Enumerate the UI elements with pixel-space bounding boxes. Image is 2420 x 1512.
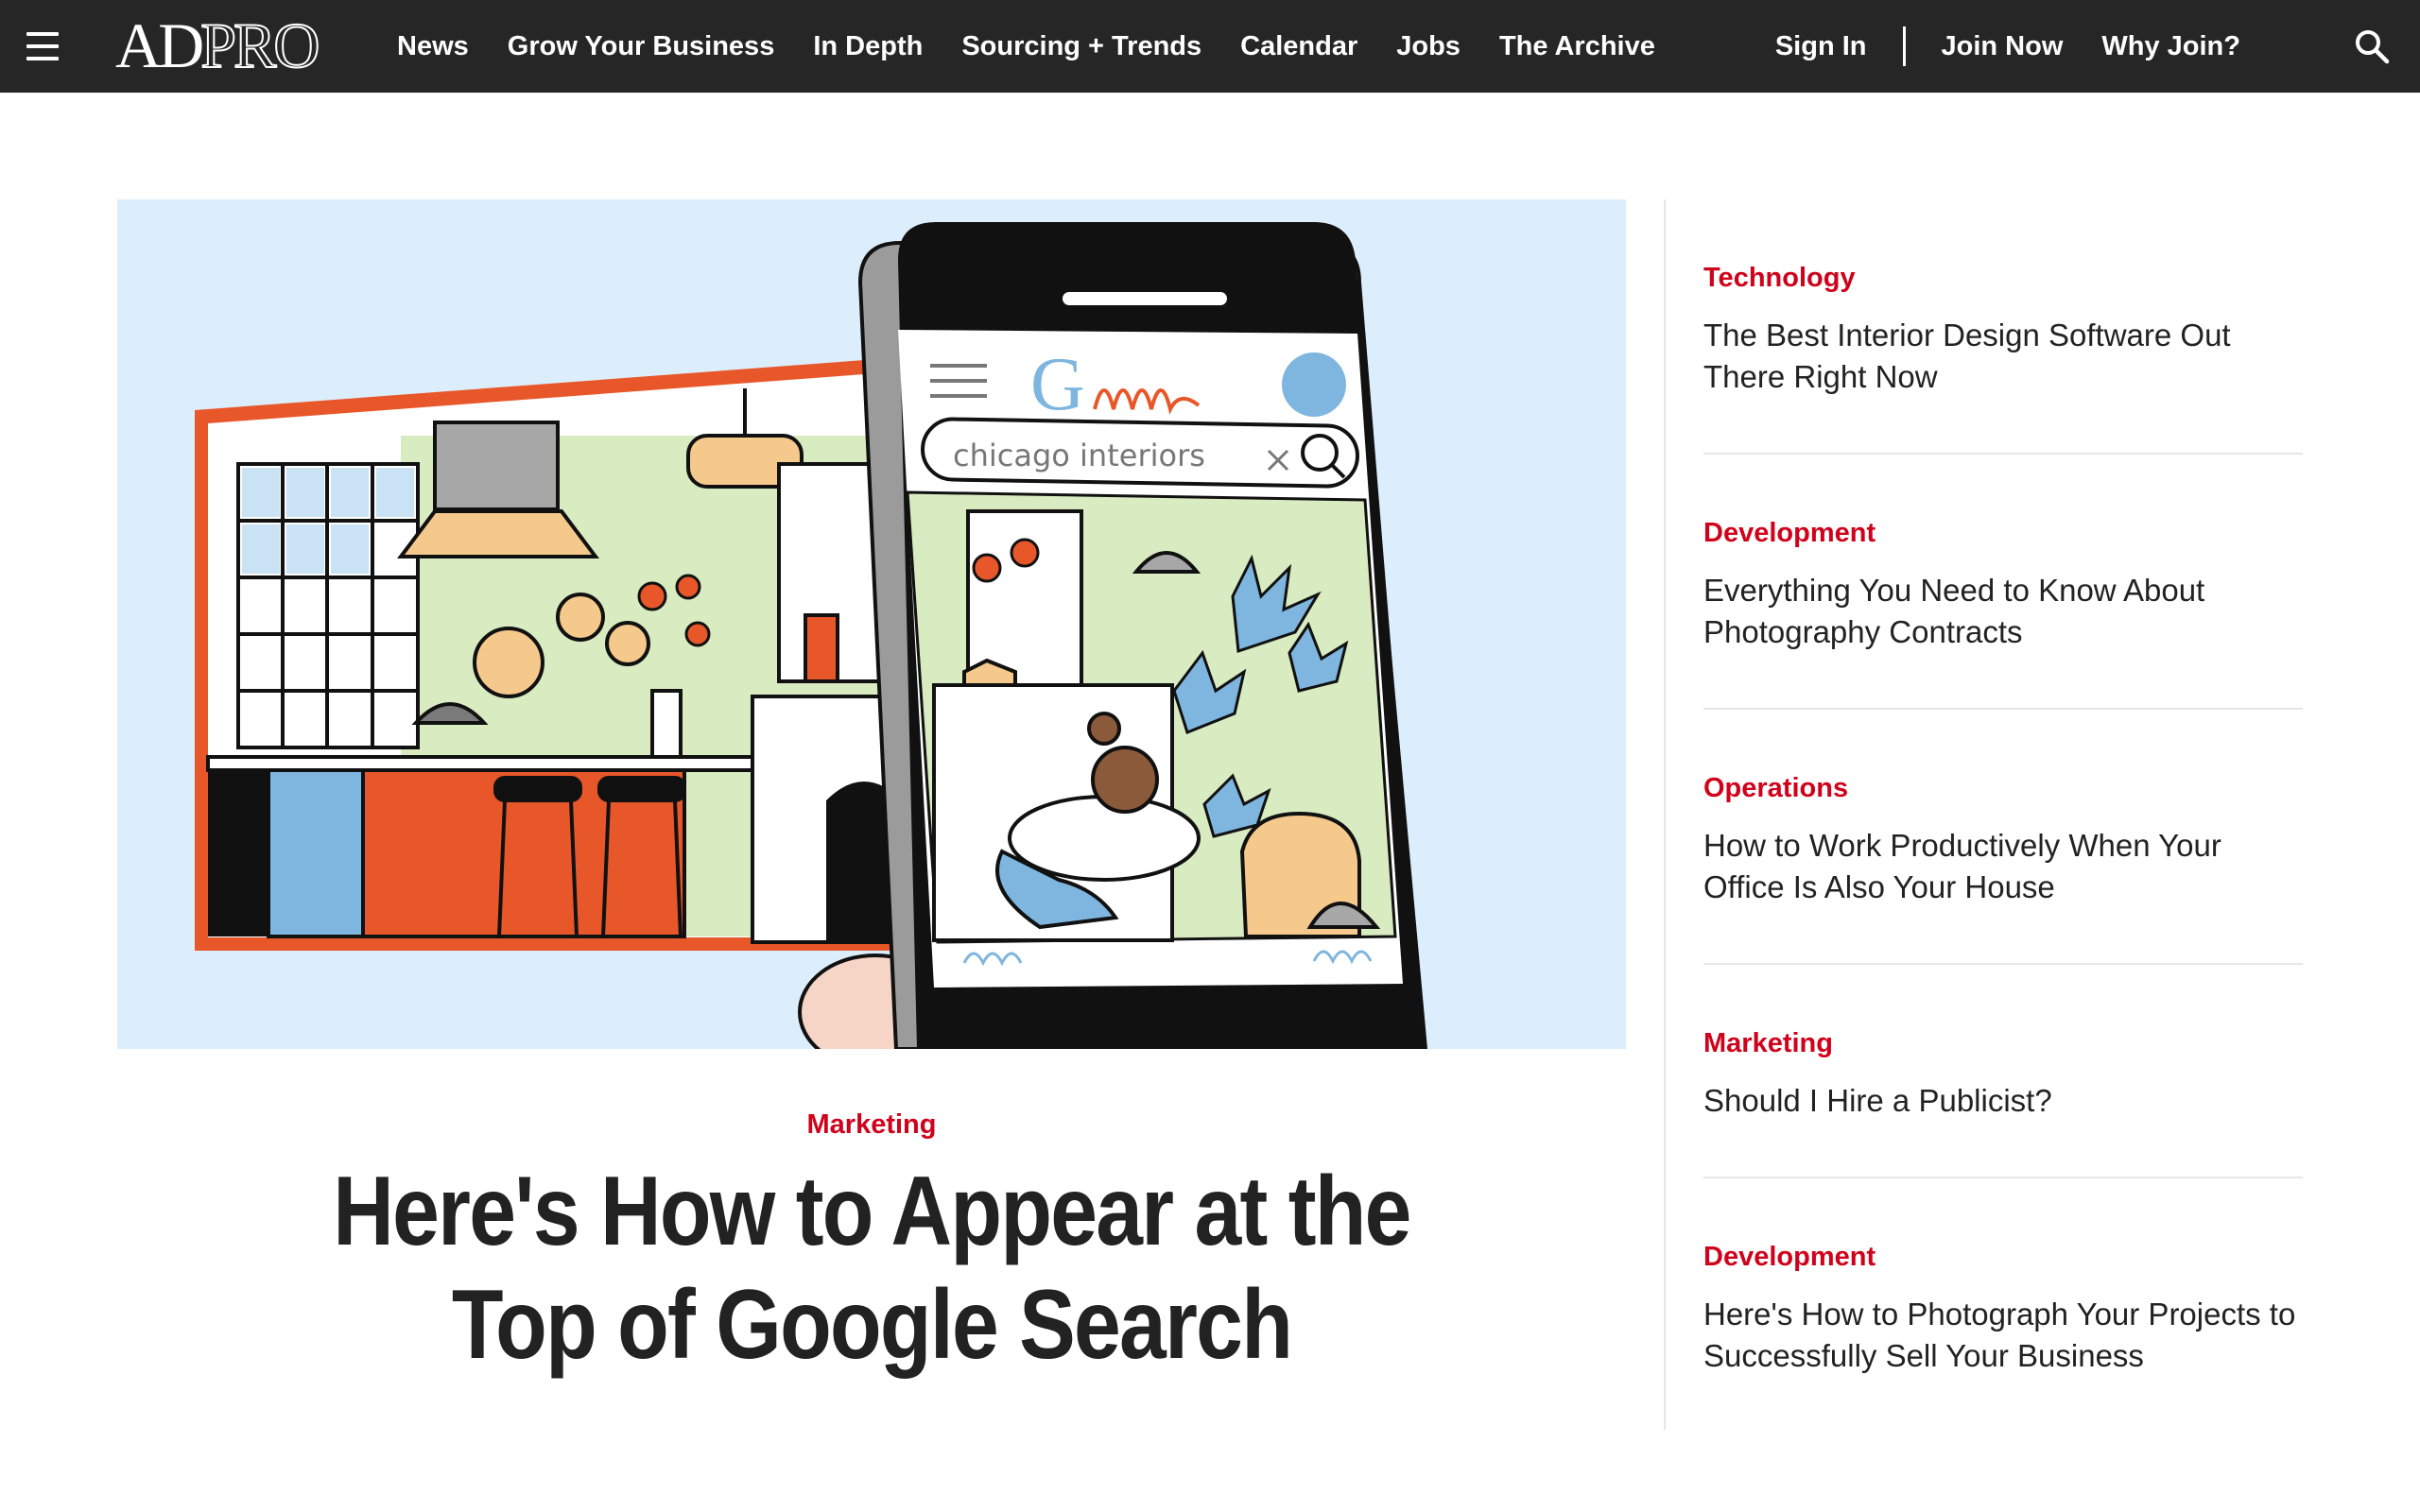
join-now-link[interactable]: Join Now — [1942, 31, 2064, 62]
sign-in-link[interactable]: Sign In — [1775, 31, 1867, 62]
adpro-logo[interactable]: AD PRO — [115, 12, 321, 78]
related-articles-sidebar: Technology The Best Interior Design Soft… — [1703, 199, 2303, 1432]
sidebar-article-title[interactable]: Should I Hire a Publicist? — [1703, 1080, 2303, 1122]
sidebar-divider — [1664, 199, 1666, 1430]
hamburger-menu-icon[interactable] — [26, 32, 59, 60]
nav-jobs[interactable]: Jobs — [1396, 31, 1461, 62]
sidebar-article-title[interactable]: How to Work Productively When Your Offic… — [1703, 825, 2303, 908]
sidebar-article-title[interactable]: Here's How to Photograph Your Projects t… — [1703, 1294, 2303, 1377]
sidebar-article[interactable]: Operations How to Work Productively When… — [1703, 710, 2303, 965]
hero-illustration[interactable]: G chicago interiors — [117, 199, 1626, 1049]
article-headline[interactable]: Here's How to Appear at the Top of Googl… — [285, 1155, 1459, 1382]
sidebar-article-title[interactable]: Everything You Need to Know About Photog… — [1703, 570, 2303, 653]
sidebar-article[interactable]: Marketing Should I Hire a Publicist? — [1703, 965, 2303, 1178]
nav-sourcing-trends[interactable]: Sourcing + Trends — [961, 31, 1201, 62]
sidebar-article[interactable]: Development Everything You Need to Know … — [1703, 455, 2303, 710]
nav-calendar[interactable]: Calendar — [1240, 31, 1357, 62]
nav-grow-your-business[interactable]: Grow Your Business — [508, 31, 775, 62]
nav-in-depth[interactable]: In Depth — [813, 31, 923, 62]
sidebar-article-title[interactable]: The Best Interior Design Software Out Th… — [1703, 315, 2303, 398]
sidebar-article-category[interactable]: Operations — [1703, 772, 2303, 804]
sidebar-article-category[interactable]: Marketing — [1703, 1027, 2303, 1059]
account-links: Sign In Join Now Why Join? — [1775, 0, 2240, 93]
sidebar-article[interactable]: Development Here's How to Photograph You… — [1703, 1178, 2303, 1432]
hero-search-query: chicago interiors — [953, 438, 1205, 473]
divider — [1902, 26, 1906, 66]
top-navigation-bar: AD PRO News Grow Your Business In Depth S… — [0, 0, 2420, 93]
sidebar-article[interactable]: Technology The Best Interior Design Soft… — [1703, 199, 2303, 455]
article-category[interactable]: Marketing — [117, 1109, 1626, 1141]
nav-news[interactable]: News — [397, 31, 469, 62]
sidebar-article-category[interactable]: Development — [1703, 517, 2303, 549]
sidebar-article-category[interactable]: Technology — [1703, 262, 2303, 294]
nav-the-archive[interactable]: The Archive — [1499, 31, 1655, 62]
sidebar-article-category[interactable]: Development — [1703, 1241, 2303, 1273]
search-icon[interactable] — [2354, 28, 2390, 64]
svg-text:G: G — [1030, 343, 1085, 426]
why-join-link[interactable]: Why Join? — [2101, 31, 2240, 62]
main-nav: News Grow Your Business In Depth Sourcin… — [397, 0, 1694, 93]
